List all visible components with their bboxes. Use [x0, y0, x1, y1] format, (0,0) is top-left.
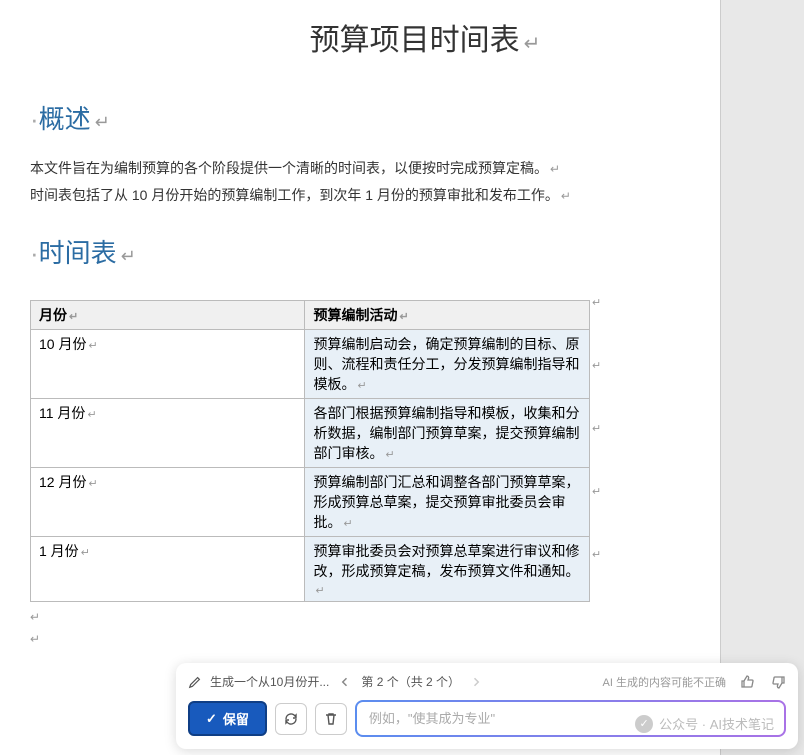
table-row: 1 月份 预算审批委员会对预算总草案进行审议和修改，形成预算定稿，发布预算文件和… [31, 537, 590, 602]
regenerate-button[interactable] [275, 703, 307, 735]
table-row: 12 月份 预算编制部门汇总和调整各部门预算草案，形成预算总草案，提交预算审批委… [31, 468, 590, 537]
suggestion-pager: 第 2 个（共 2 个） [361, 673, 460, 690]
overview-para-2: 时间表包括了从 10 月份开始的预算编制工作，到次年 1 月份的预算审批和发布工… [30, 183, 690, 208]
col-header-activity: 预算编制活动 [313, 307, 408, 323]
prompt-summary: 生成一个从10月份开... [210, 673, 329, 690]
thumbs-down-icon[interactable] [770, 674, 786, 690]
cell-month: 11 月份 [39, 405, 97, 421]
page-margin [720, 0, 804, 755]
section-heading-overview: 概述 [30, 99, 690, 136]
keep-button[interactable]: ✓ 保留 [188, 701, 267, 736]
document-page: 预算项目时间表 概述 本文件旨在为编制预算的各个阶段提供一个清晰的时间表，以便按… [0, 0, 720, 755]
cell-month: 10 月份 [39, 336, 98, 352]
prev-suggestion-button[interactable] [337, 674, 353, 690]
ai-suggestion-bar: 生成一个从10月份开... 第 2 个（共 2 个） AI 生成的内容可能不正确… [176, 663, 798, 749]
table-row-end-marks: ↵ ↵ ↵ ↵ ↵ [590, 290, 601, 561]
next-suggestion-button[interactable] [468, 674, 484, 690]
trash-icon [323, 711, 339, 727]
thumbs-up-icon[interactable] [740, 674, 756, 690]
paragraph-mark: ↵ [30, 632, 690, 646]
prompt-input[interactable] [359, 704, 782, 733]
section-heading-schedule: 时间表 [30, 233, 690, 270]
ai-disclaimer: AI 生成的内容可能不正确 [603, 674, 726, 690]
table-row: 10 月份 预算编制启动会，确定预算编制的目标、原则、流程和责任分工，分发预算编… [31, 330, 590, 399]
overview-para-1: 本文件旨在为编制预算的各个阶段提供一个清晰的时间表，以便按时完成预算定稿。 [30, 156, 690, 181]
refresh-icon [283, 711, 299, 727]
cell-month: 1 月份 [39, 543, 90, 559]
delete-button[interactable] [315, 703, 347, 735]
prompt-input-wrap [355, 700, 786, 737]
cell-activity: 预算编制启动会，确定预算编制的目标、原则、流程和责任分工，分发预算编制指导和模板… [313, 336, 579, 392]
cell-activity: 预算编制部门汇总和调整各部门预算草案，形成预算总草案，提交预算审批委员会审批。 [313, 474, 579, 530]
table-row: 11 月份 各部门根据预算编制指导和模板，收集和分析数据，编制部门预算草案，提交… [31, 399, 590, 468]
paragraph-mark: ↵ [30, 610, 690, 624]
cell-month: 12 月份 [39, 474, 98, 490]
schedule-table: 月份 预算编制活动 10 月份 预算编制启动会，确定预算编制的目标、原则、流程和… [30, 300, 590, 602]
col-header-month: 月份 [39, 307, 78, 323]
cell-activity: 预算审批委员会对预算总草案进行审议和修改，形成预算定稿，发布预算文件和通知。 [313, 543, 579, 597]
table-header-row: 月份 预算编制活动 [31, 301, 590, 330]
cell-activity: 各部门根据预算编制指导和模板，收集和分析数据，编制部门预算草案，提交预算编制部门… [313, 405, 579, 461]
check-icon: ✓ [206, 711, 217, 727]
pencil-icon [188, 675, 202, 689]
keep-button-label: 保留 [223, 709, 249, 728]
document-title: 预算项目时间表 [160, 15, 690, 59]
